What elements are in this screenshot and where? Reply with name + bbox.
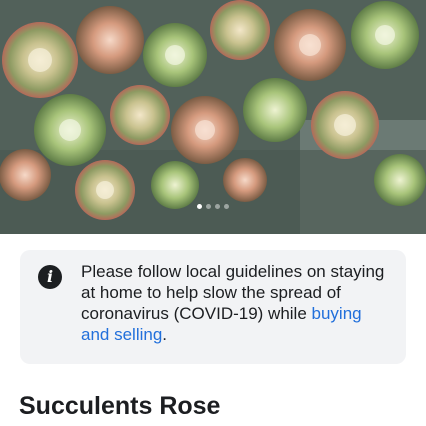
carousel-indicator — [0, 204, 426, 214]
notice-end: . — [162, 325, 168, 344]
carousel-dot[interactable] — [206, 204, 211, 209]
carousel-dot[interactable] — [215, 204, 220, 209]
marketplace-listing: i Please follow local guidelines on stay… — [0, 0, 426, 426]
covid-notice: i Please follow local guidelines on stay… — [20, 250, 406, 364]
carousel-dot[interactable] — [224, 204, 229, 209]
succulent-photo-image — [0, 0, 426, 234]
listing-title: Succulents Rose — [19, 392, 221, 420]
info-icon: i — [38, 265, 62, 289]
listing-photo[interactable] — [0, 0, 426, 234]
notice-text: Please follow local guidelines on stayin… — [81, 261, 391, 345]
carousel-dot[interactable] — [197, 204, 202, 209]
